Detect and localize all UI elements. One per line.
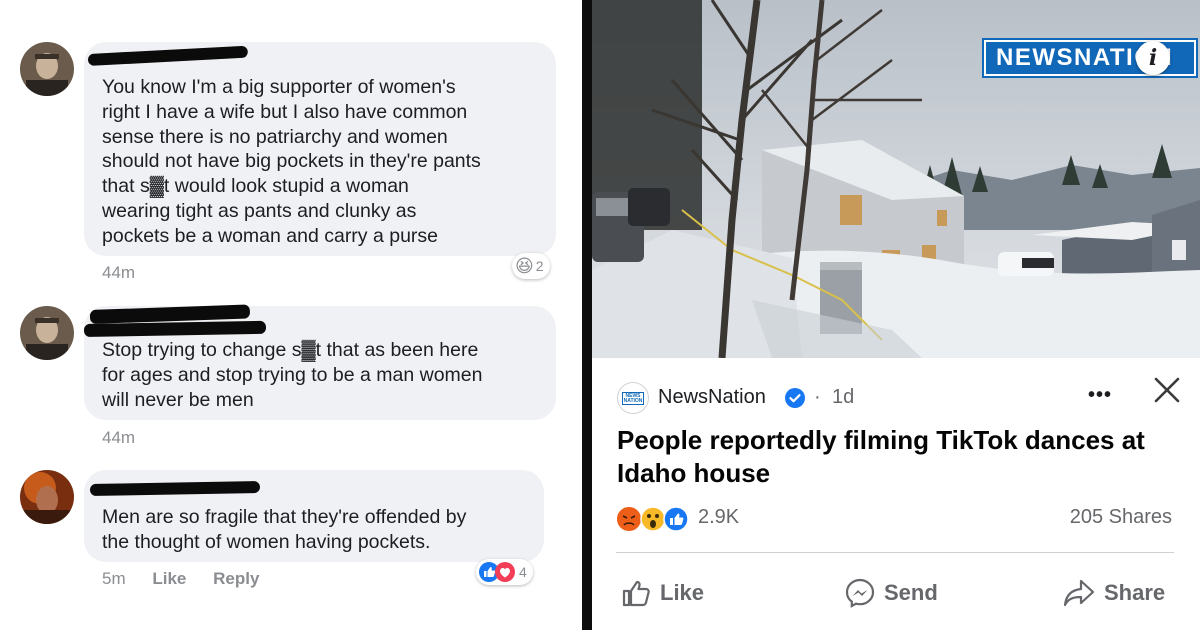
like-button[interactable]: Like [620, 574, 704, 612]
share-label: Share [1104, 580, 1166, 605]
comment-bubble: You know I'm a big supporter of women's … [84, 42, 556, 256]
divider-line [616, 552, 1174, 553]
reaction-count[interactable]: 2.9K [698, 506, 739, 529]
comment-like-button[interactable]: Like [152, 569, 186, 588]
comment-timestamp: 44m [102, 428, 136, 447]
love-reaction-icon [495, 562, 515, 582]
send-button[interactable]: Send [844, 574, 938, 612]
comment-reactions-badge[interactable]: 4 [476, 559, 533, 585]
share-button[interactable]: Share [1062, 574, 1165, 612]
comment-meta: 44m [102, 263, 157, 283]
redacted-name [87, 45, 249, 66]
post-timestamp[interactable]: 1d [832, 386, 854, 409]
comment-meta: 5m Like Reply [102, 569, 281, 589]
send-label: Send [884, 580, 938, 605]
close-icon[interactable] [1152, 375, 1182, 405]
reaction-count: 4 [519, 564, 527, 580]
info-icon[interactable]: i [1136, 41, 1170, 75]
comment-timestamp: 5m [102, 569, 126, 588]
redacted-name [89, 481, 261, 496]
comment-bubble: Stop trying to change s▓t that as been h… [83, 304, 556, 420]
comment-text: Men are so fragile that they're offended… [102, 506, 467, 553]
more-options-icon[interactable]: ••• [1088, 384, 1112, 407]
page-name[interactable]: NewsNation [658, 386, 766, 409]
verified-badge-icon [785, 388, 805, 408]
comment-timestamp: 44m [102, 263, 136, 282]
messenger-icon [845, 578, 875, 608]
news-post-card: NEWSNATION i NEWS NATION NewsNation · 1d… [592, 0, 1200, 630]
meta-separator: · [814, 386, 821, 408]
comment-thread-panel: You know I'm a big supporter of women's … [0, 0, 582, 630]
commenter-avatar[interactable] [20, 306, 74, 360]
share-count[interactable]: 205 Shares [1070, 506, 1172, 529]
comment-reply-button[interactable]: Reply [213, 569, 259, 588]
reaction-icons[interactable] [616, 504, 698, 534]
commenter-avatar[interactable] [20, 470, 74, 524]
laugh-emoji-icon: 😆 [515, 255, 534, 276]
reaction-count: 2 [535, 258, 544, 274]
thumbs-up-icon [622, 580, 650, 607]
comment-text: You know I'm a big supporter of women's … [102, 76, 481, 247]
page-logo-icon: NEWS NATION [622, 391, 644, 405]
like-label: Like [660, 580, 705, 605]
page-avatar[interactable]: NEWS NATION [617, 382, 649, 414]
post-photo[interactable]: NEWSNATION i [592, 0, 1200, 358]
panel-divider [582, 0, 592, 630]
comment-bubble: Men are so fragile that they're offended… [84, 470, 544, 562]
commenter-avatar[interactable] [20, 42, 74, 96]
comment-reactions-badge[interactable]: 😆 2 [512, 253, 550, 279]
comment-text: Stop trying to change s▓t that as been h… [102, 339, 483, 411]
comment-meta: 44m [102, 428, 157, 448]
post-headline[interactable]: People reportedly filming TikTok dances … [617, 424, 1177, 490]
share-arrow-icon [1063, 579, 1095, 607]
redacted-name [83, 320, 267, 337]
